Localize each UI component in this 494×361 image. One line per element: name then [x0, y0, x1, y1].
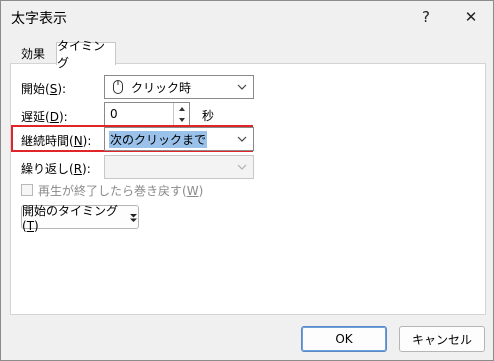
chevron-down-icon: [235, 132, 249, 146]
delay-label: 遅延(D):: [21, 110, 68, 124]
tab-timing[interactable]: タイミング: [56, 39, 116, 70]
timing-panel: 開始(S): クリック時 遅延(D): 0 秒 継続時間(N): 次のクリックま…: [10, 63, 486, 315]
tab-timing-label: タイミング: [57, 39, 106, 70]
spin-up-icon[interactable]: [174, 103, 189, 114]
spin-down-icon[interactable]: [174, 114, 189, 125]
double-chevron-down-icon: [129, 212, 138, 222]
delay-value: 0: [110, 107, 118, 121]
duration-select[interactable]: 次のクリックまで: [104, 127, 254, 151]
dialog-title: 太字表示: [11, 11, 67, 27]
help-icon: ?: [422, 8, 430, 26]
close-icon: ✕: [464, 8, 478, 26]
repeat-label: 繰り返し(R):: [21, 162, 91, 176]
help-button[interactable]: ?: [411, 3, 441, 31]
ok-button[interactable]: OK: [301, 326, 387, 352]
tab-effect[interactable]: 効果: [10, 42, 56, 64]
delay-unit: 秒: [202, 109, 215, 123]
duration-value: 次のクリックまで: [109, 130, 208, 148]
repeat-select[interactable]: [104, 155, 254, 179]
start-label: 開始(S):: [21, 82, 67, 96]
timing-dialog: 太字表示 ? ✕ 効果 タイミング 開始(S): クリック時 遅延(D): 0 …: [0, 0, 494, 361]
delay-spinner[interactable]: 0: [104, 102, 190, 126]
mouse-icon: [112, 79, 124, 95]
start-select[interactable]: クリック時: [104, 75, 254, 99]
cancel-label: キャンセル: [411, 332, 472, 347]
spin-buttons[interactable]: [173, 103, 189, 125]
rewind-checkbox[interactable]: [21, 184, 33, 196]
close-button[interactable]: ✕: [456, 3, 486, 31]
chevron-down-icon: [235, 80, 249, 94]
duration-label: 継続時間(N):: [21, 134, 92, 148]
cancel-button[interactable]: キャンセル: [399, 326, 485, 352]
tab-effect-label: 効果: [20, 46, 45, 61]
rewind-label: 再生が終了したら巻き戻す(W): [38, 184, 204, 198]
start-value: クリック時: [131, 80, 192, 95]
triggers-label: 開始のタイミング(T): [22, 203, 119, 233]
chevron-down-icon: [235, 160, 249, 174]
ok-label: OK: [335, 332, 353, 346]
triggers-button[interactable]: 開始のタイミング(T): [21, 204, 139, 233]
